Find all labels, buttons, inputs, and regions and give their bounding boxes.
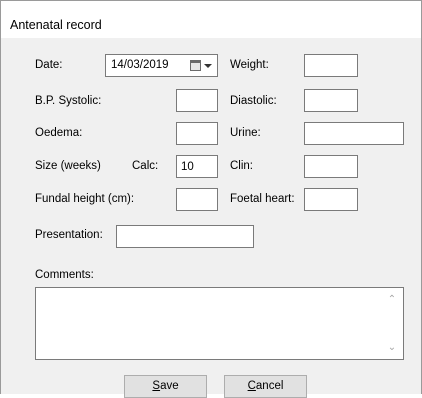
title-bar: Antenatal record: [1, 1, 421, 38]
oedema-label: Oedema:: [35, 127, 83, 139]
calendar-icon[interactable]: [190, 60, 201, 71]
calc-label: Calc:: [132, 160, 159, 172]
presentation-label: Presentation:: [35, 229, 103, 241]
chevron-down-icon[interactable]: ⌄: [387, 343, 397, 353]
fundal-height-label: Fundal height (cm):: [35, 193, 135, 205]
save-button[interactable]: Save: [124, 375, 207, 398]
foetal-heart-label: Foetal heart:: [230, 193, 295, 205]
save-label-rest: ave: [160, 380, 179, 392]
date-value: 14/03/2019: [111, 59, 169, 71]
comments-textarea[interactable]: [35, 287, 404, 360]
diastolic-label: Diastolic:: [230, 95, 277, 107]
antenatal-record-window: Antenatal record Date: 14/03/2019 Weight…: [0, 0, 422, 398]
oedema-input[interactable]: [176, 122, 218, 145]
chevron-up-icon[interactable]: ⌃: [387, 295, 397, 305]
weight-label: Weight:: [230, 59, 269, 71]
date-label: Date:: [35, 59, 63, 71]
cancel-button[interactable]: Cancel: [224, 375, 307, 398]
systolic-input[interactable]: [176, 89, 218, 112]
date-picker[interactable]: 14/03/2019: [105, 54, 218, 77]
bp-systolic-label: B.P. Systolic:: [35, 95, 102, 107]
presentation-input[interactable]: [116, 225, 254, 248]
calc-input[interactable]: [176, 155, 218, 178]
save-accelerator: S: [152, 380, 161, 392]
weight-input[interactable]: [304, 54, 358, 77]
cancel-label-rest: ancel: [255, 380, 284, 392]
foetal-heart-input[interactable]: [304, 188, 358, 211]
urine-label: Urine:: [230, 127, 261, 139]
chevron-down-icon[interactable]: [204, 64, 212, 68]
fundal-height-input[interactable]: [176, 188, 218, 211]
cancel-accelerator: C: [247, 380, 256, 392]
urine-input[interactable]: [304, 122, 404, 145]
size-weeks-label: Size (weeks): [35, 160, 101, 172]
comments-label: Comments:: [35, 269, 94, 281]
window-title: Antenatal record: [10, 18, 102, 32]
clin-input[interactable]: [304, 155, 358, 178]
diastolic-input[interactable]: [304, 89, 358, 112]
clin-label: Clin:: [230, 160, 254, 172]
